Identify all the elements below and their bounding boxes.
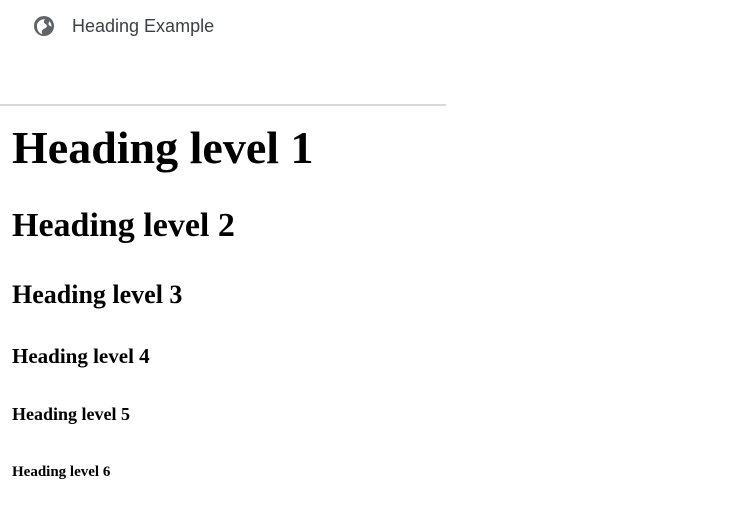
heading-level-5: Heading level 5 xyxy=(12,404,130,424)
heading-level-1: Heading level 1 xyxy=(12,122,314,173)
globe-icon xyxy=(32,14,56,38)
heading-level-6: Heading level 6 xyxy=(12,464,111,480)
heading-level-2: Heading level 2 xyxy=(12,207,235,244)
browser-tab[interactable]: Heading Example xyxy=(8,0,412,50)
heading-level-3: Heading level 3 xyxy=(12,280,183,309)
tab-title: Heading Example xyxy=(72,16,215,36)
heading-level-4: Heading level 4 xyxy=(12,344,150,368)
browser-tab-strip: Heading Example xyxy=(0,0,446,106)
